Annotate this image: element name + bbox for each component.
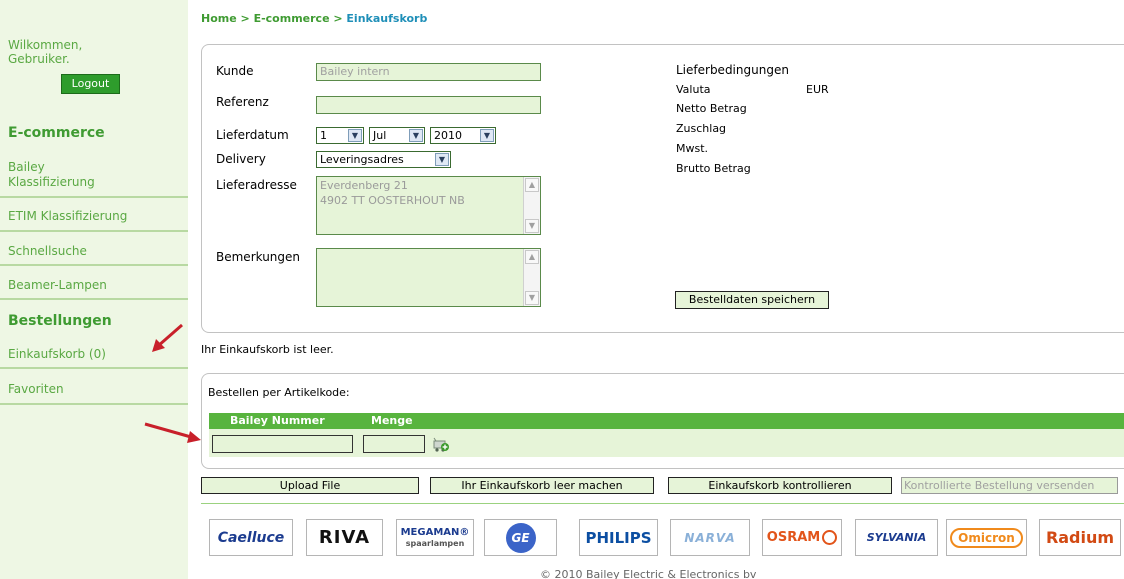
omicron-wordmark: Omicron [950, 527, 1023, 548]
col-menge: Menge [371, 414, 413, 427]
bemerkungen-label: Bemerkungen [216, 250, 301, 264]
bemerkungen-textarea[interactable]: ▲ ▼ [316, 248, 541, 307]
radium-logo[interactable]: Radium [1039, 519, 1121, 556]
breadcrumb-separator: > [236, 12, 254, 25]
chevron-down-icon: ▼ [348, 129, 362, 142]
ge-logo[interactable]: GE [484, 519, 557, 556]
lieferbedingungen-label: Lieferbedingungen [676, 63, 789, 77]
riva-logo[interactable]: RIVA [306, 519, 383, 556]
megaman-logo[interactable]: MEGAMAN® spaarlampen [396, 519, 474, 556]
sidebar-item-etim[interactable]: ETIM Klassifizierung [8, 209, 188, 224]
delivery-value: Leveringsadres [320, 153, 404, 166]
year-value: 2010 [434, 129, 462, 142]
upload-file-button[interactable]: Upload File [201, 477, 419, 494]
osram-wordmark: OSRAM [766, 530, 821, 545]
divider [201, 503, 1124, 504]
omicron-logo[interactable]: Omicron [946, 519, 1027, 556]
valuta-label: Valuta [676, 83, 711, 96]
month-value: Jul [373, 129, 387, 142]
breadcrumb-current: Einkaufskorb [346, 12, 428, 25]
lieferadresse-textarea[interactable]: Everdenberg 21 4902 TT OOSTERHOUT NB ▲ ▼ [316, 176, 541, 235]
save-order-data-button[interactable]: Bestelldaten speichern [675, 291, 829, 309]
sidebar-divider [0, 230, 188, 232]
scrollbar[interactable]: ▲ ▼ [523, 177, 540, 234]
day-value: 1 [320, 129, 327, 142]
scroll-up-icon[interactable]: ▲ [525, 250, 539, 264]
sidebar: Wilkommen, Gebruiker. Logout E-commerce … [0, 0, 188, 579]
lieferdatum-label: Lieferdatum [216, 128, 289, 142]
logout-button[interactable]: Logout [61, 74, 120, 94]
delivery-label: Delivery [216, 152, 266, 166]
sidebar-divider [0, 298, 188, 300]
sidebar-item-schnellsuche[interactable]: Schnellsuche [8, 244, 188, 259]
mwst-label: Mwst. [676, 142, 709, 155]
col-bailey-nummer: Bailey Nummer [230, 414, 325, 427]
sidebar-item-favoriten[interactable]: Favoriten [8, 382, 188, 397]
narva-logo[interactable]: NARVA [670, 519, 750, 556]
send-checked-order-button[interactable]: Kontrollierte Bestellung versenden [901, 477, 1118, 494]
philips-logo[interactable]: PHILIPS [579, 519, 658, 556]
delivery-select[interactable]: Leveringsadres ▼ [316, 151, 451, 168]
month-select[interactable]: Jul ▼ [369, 127, 425, 144]
megaman-title: MEGAMAN® [400, 526, 470, 538]
sidebar-divider [0, 196, 188, 198]
check-cart-button[interactable]: Einkaufskorb kontrollieren [668, 477, 892, 494]
add-to-cart-icon[interactable] [432, 436, 450, 453]
scrollbar[interactable]: ▲ ▼ [523, 249, 540, 306]
breadcrumb-ecommerce[interactable]: E-commerce [254, 12, 330, 25]
lieferadresse-label: Lieferadresse [216, 178, 297, 192]
welcome-text: Wilkommen, Gebruiker. [8, 38, 83, 66]
sidebar-heading-ecommerce: E-commerce [8, 125, 105, 141]
brutto-label: Brutto Betrag [676, 162, 751, 175]
kunde-field[interactable]: Bailey intern [316, 63, 541, 81]
referenz-field[interactable] [316, 96, 541, 114]
scroll-down-icon[interactable]: ▼ [525, 291, 539, 305]
netto-label: Netto Betrag [676, 102, 747, 115]
footer-copyright: © 2010 Bailey Electric & Electronics bv [540, 568, 757, 579]
address-line: 4902 TT OOSTERHOUT NB [320, 194, 465, 207]
kunde-label: Kunde [216, 64, 254, 78]
breadcrumb: Home > E-commerce > Einkaufskorb [201, 12, 427, 25]
megaman-subtitle: spaarlampen [405, 538, 465, 548]
referenz-label: Referenz [216, 95, 269, 109]
caelluce-logo[interactable]: Caelluce [209, 519, 293, 556]
osram-logo[interactable]: OSRAM [762, 519, 842, 556]
empty-cart-button[interactable]: Ihr Einkaufskorb leer machen [430, 477, 654, 494]
sylvania-logo[interactable]: SYLVANIA [855, 519, 938, 556]
sidebar-divider [0, 367, 188, 369]
quantity-input[interactable] [363, 435, 425, 453]
sidebar-heading-bestellungen: Bestellungen [8, 313, 112, 329]
red-arrow-icon [152, 323, 183, 352]
valuta-value: EUR [806, 83, 829, 96]
sidebar-item-bailey-klassifizierung[interactable]: Bailey Klassifizierung [8, 160, 188, 190]
code-order-title: Bestellen per Artikelkode: [208, 386, 350, 399]
zuschlag-label: Zuschlag [676, 122, 727, 135]
chevron-down-icon: ▼ [435, 153, 449, 166]
sidebar-item-beamer-lampen[interactable]: Beamer-Lampen [8, 278, 188, 293]
breadcrumb-separator: > [329, 12, 347, 25]
red-arrow-icon [144, 422, 201, 443]
cart-empty-message: Ihr Einkaufskorb ist leer. [201, 343, 334, 356]
sidebar-divider [0, 264, 188, 266]
sidebar-divider [0, 403, 188, 405]
scroll-up-icon[interactable]: ▲ [525, 178, 539, 192]
breadcrumb-home[interactable]: Home [201, 12, 237, 25]
chevron-down-icon: ▼ [409, 129, 423, 142]
bailey-number-input[interactable] [212, 435, 353, 453]
code-order-header [209, 413, 1124, 429]
ge-monogram: GE [505, 522, 536, 553]
scroll-down-icon[interactable]: ▼ [525, 219, 539, 233]
address-line: Everdenberg 21 [320, 179, 408, 192]
day-select[interactable]: 1 ▼ [316, 127, 364, 144]
osram-bulb-icon [822, 530, 838, 545]
year-select[interactable]: 2010 ▼ [430, 127, 496, 144]
chevron-down-icon: ▼ [480, 129, 494, 142]
